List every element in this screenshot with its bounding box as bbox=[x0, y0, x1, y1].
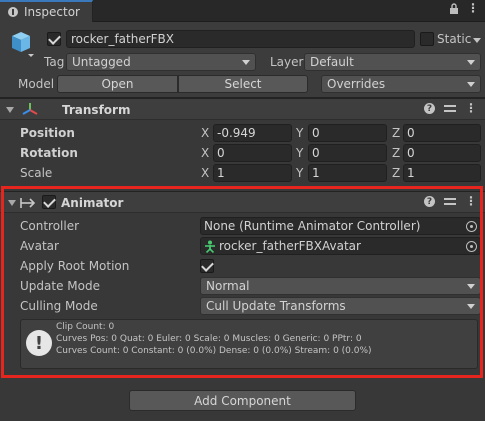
avatar-label: Avatar bbox=[20, 239, 59, 253]
open-button[interactable]: Open bbox=[57, 75, 178, 93]
info-line-1: Clip Count: 0 bbox=[56, 322, 115, 332]
tab-tools: ⋮ bbox=[449, 2, 479, 15]
scale-y-value: 1 bbox=[312, 166, 320, 180]
rotation-x-value: 0 bbox=[217, 146, 225, 160]
add-component-button[interactable]: Add Component bbox=[129, 390, 356, 411]
rotation-z-label[interactable]: Z bbox=[392, 146, 400, 160]
static-label: Static bbox=[437, 32, 472, 46]
scale-x-label[interactable]: X bbox=[201, 166, 209, 180]
presets-icon[interactable] bbox=[444, 196, 456, 207]
overrides-label: Overrides bbox=[327, 77, 386, 91]
info-line-2: Curves Pos: 0 Quat: 0 Euler: 0 Scale: 0 … bbox=[56, 334, 362, 344]
position-x-value: -0.949 bbox=[217, 126, 256, 140]
animator-enabled-checkbox[interactable] bbox=[42, 195, 56, 209]
info-exclamation-icon: ! bbox=[26, 330, 52, 356]
position-label: Position bbox=[20, 126, 75, 140]
inspector-tabbar: Inspector ⋮ bbox=[0, 0, 485, 22]
scale-x-value: 1 bbox=[217, 166, 225, 180]
animator-header[interactable]: Animator ? ⋮ bbox=[0, 191, 485, 213]
object-name-field[interactable]: rocker_fatherFBX bbox=[66, 30, 415, 48]
position-y-label[interactable]: Y bbox=[296, 126, 303, 140]
transform-icon bbox=[22, 103, 38, 115]
rotation-z-field[interactable]: 0 bbox=[403, 144, 481, 162]
lock-icon[interactable] bbox=[449, 3, 459, 15]
scale-y-field[interactable]: 1 bbox=[308, 164, 387, 182]
rotation-y-value: 0 bbox=[312, 146, 320, 160]
animator-tools: ? ⋮ bbox=[424, 195, 477, 207]
object-name-value: rocker_fatherFBX bbox=[71, 32, 175, 46]
transform-title: Transform bbox=[62, 103, 131, 117]
scale-z-label[interactable]: Z bbox=[392, 166, 400, 180]
help-icon[interactable]: ? bbox=[424, 196, 435, 207]
select-button-label: Select bbox=[224, 77, 262, 91]
active-checkbox[interactable] bbox=[47, 32, 61, 46]
static-checkbox[interactable] bbox=[420, 32, 434, 46]
rotation-z-value: 0 bbox=[407, 146, 415, 160]
culling-mode-label: Culling Mode bbox=[20, 299, 98, 313]
add-component-label: Add Component bbox=[194, 393, 291, 408]
update-mode-label: Update Mode bbox=[20, 279, 100, 293]
rotation-x-label[interactable]: X bbox=[201, 146, 209, 160]
layer-dropdown[interactable]: Default bbox=[304, 53, 481, 71]
apply-root-motion-checkbox[interactable] bbox=[200, 259, 214, 273]
object-picker-icon[interactable] bbox=[466, 241, 477, 252]
help-icon[interactable]: ? bbox=[424, 103, 435, 114]
controller-field[interactable]: None (Runtime Animator Controller) bbox=[200, 217, 481, 235]
animator-title: Animator bbox=[61, 196, 124, 210]
rotation-label: Rotation bbox=[20, 146, 78, 160]
controller-label: Controller bbox=[20, 219, 80, 233]
rotation-y-label[interactable]: Y bbox=[296, 146, 303, 160]
kebab-icon[interactable]: ⋮ bbox=[465, 195, 477, 207]
open-button-label: Open bbox=[101, 77, 134, 91]
layer-value: Default bbox=[310, 55, 354, 69]
animator-info-box: ! Clip Count: 0 Curves Pos: 0 Quat: 0 Eu… bbox=[20, 319, 478, 369]
info-icon bbox=[8, 7, 18, 17]
object-picker-icon[interactable] bbox=[466, 221, 477, 232]
layer-label: Layer bbox=[270, 55, 304, 69]
model-label: Model bbox=[18, 77, 55, 91]
position-z-label[interactable]: Z bbox=[392, 126, 400, 140]
tag-dropdown[interactable]: Untagged bbox=[66, 53, 256, 71]
info-line-3: Curves Count: 0 Constant: 0 (0.0%) Dense… bbox=[56, 346, 372, 356]
position-x-label[interactable]: X bbox=[201, 126, 209, 140]
scale-x-field[interactable]: 1 bbox=[213, 164, 292, 182]
position-z-value: 0 bbox=[407, 126, 415, 140]
culling-mode-value: Cull Update Transforms bbox=[206, 299, 346, 313]
transform-header[interactable]: Transform ? ⋮ bbox=[0, 98, 485, 120]
update-mode-dropdown[interactable]: Normal bbox=[200, 277, 481, 295]
position-z-field[interactable]: 0 bbox=[403, 124, 481, 142]
cube-icon[interactable] bbox=[8, 30, 34, 58]
tab-inspector[interactable]: Inspector bbox=[0, 0, 93, 22]
tag-value: Untagged bbox=[72, 55, 131, 69]
tag-label: Tag bbox=[44, 55, 65, 69]
gameobject-header: rocker_fatherFBX Static Tag Untagged Lay… bbox=[0, 22, 485, 98]
kebab-icon[interactable]: ⋮ bbox=[465, 102, 477, 114]
apply-root-motion-label: Apply Root Motion bbox=[20, 259, 130, 273]
position-y-value: 0 bbox=[312, 126, 320, 140]
scale-y-label[interactable]: Y bbox=[296, 166, 303, 180]
controller-value: None (Runtime Animator Controller) bbox=[204, 219, 421, 233]
position-y-field[interactable]: 0 bbox=[308, 124, 387, 142]
kebab-icon[interactable]: ⋮ bbox=[467, 2, 479, 15]
scale-z-field[interactable]: 1 bbox=[403, 164, 481, 182]
rotation-y-field[interactable]: 0 bbox=[308, 144, 387, 162]
avatar-value: rocker_fatherFBXAvatar bbox=[219, 239, 361, 253]
animator-icon bbox=[20, 198, 36, 208]
overrides-dropdown[interactable]: Overrides bbox=[321, 75, 481, 93]
static-dropdown-caret[interactable] bbox=[473, 38, 481, 43]
avatar-field[interactable]: rocker_fatherFBXAvatar bbox=[200, 237, 481, 255]
position-x-field[interactable]: -0.949 bbox=[213, 124, 292, 142]
rotation-x-field[interactable]: 0 bbox=[213, 144, 292, 162]
select-button[interactable]: Select bbox=[178, 75, 308, 93]
tab-inspector-label: Inspector bbox=[24, 5, 80, 19]
scale-z-value: 1 bbox=[407, 166, 415, 180]
transform-foldout-arrow[interactable] bbox=[6, 107, 14, 113]
avatar-icon bbox=[205, 240, 215, 253]
culling-mode-dropdown[interactable]: Cull Update Transforms bbox=[200, 297, 481, 315]
transform-tools: ? ⋮ bbox=[424, 102, 477, 114]
update-mode-value: Normal bbox=[206, 279, 250, 293]
animator-foldout-arrow[interactable] bbox=[8, 200, 16, 206]
scale-label: Scale bbox=[20, 166, 53, 180]
presets-icon[interactable] bbox=[444, 103, 456, 114]
